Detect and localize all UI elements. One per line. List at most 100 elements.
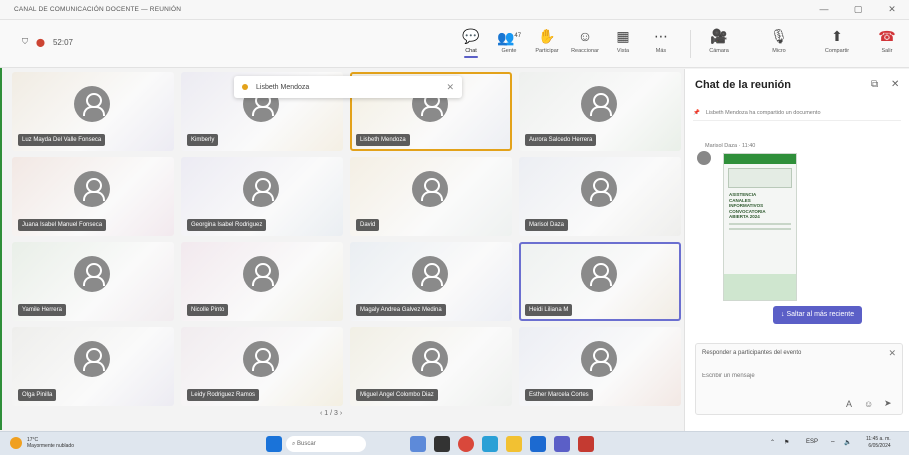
participant-name: Juana Isabel Manuel Fonseca: [18, 219, 107, 231]
wifi-icon[interactable]: ⌔: [830, 439, 836, 447]
page-indicator: 1 / 3: [324, 410, 338, 417]
participant-tile[interactable]: Leidy Rodriguez Ramos: [181, 327, 343, 406]
minimize-button[interactable]: —: [807, 4, 841, 15]
format-icon[interactable]: A: [846, 399, 852, 409]
file-explorer-icon[interactable]: [506, 436, 522, 452]
teams-icon[interactable]: [554, 436, 570, 452]
status-dot-icon: [242, 84, 248, 90]
participant-tile[interactable]: Miguel Angel Colombo Diaz: [350, 327, 512, 406]
hang-up-icon: ☎: [878, 28, 896, 44]
camera-button[interactable]: 🎥 Cámara: [700, 26, 738, 54]
edge-icon[interactable]: [482, 436, 498, 452]
view-button[interactable]: ▦ Vista: [604, 26, 642, 54]
participant-name: Kimberly: [187, 134, 219, 146]
mic-off-icon: 🎙: [770, 28, 788, 44]
participant-tile[interactable]: Olga Pinilla: [12, 327, 174, 406]
system-clock[interactable]: 11:45 a. m. 6/05/2024: [866, 436, 891, 450]
pinned-message[interactable]: 📌 Lisbeth Mendoza ha compartido un docum…: [693, 105, 901, 121]
app-icon[interactable]: [578, 436, 594, 452]
jump-to-latest-button[interactable]: ↓ Saltar al más reciente: [773, 306, 863, 324]
close-reply-icon[interactable]: ✕: [888, 348, 896, 359]
popout-icon[interactable]: ⧉: [871, 79, 878, 90]
close-notification-button[interactable]: ✕: [446, 82, 454, 93]
weather-desc: Mayormente nublado: [27, 443, 74, 449]
emoji-icon: ☺: [577, 28, 593, 44]
emoji-icon[interactable]: ☺: [864, 399, 873, 409]
share-icon: ⬆: [831, 28, 843, 44]
participant-grid: Luz Mayda Del Valle Fonseca Kimberly Lisbe…: [12, 72, 684, 412]
task-view-icon[interactable]: [434, 436, 450, 452]
start-icon[interactable]: [266, 436, 282, 452]
avatar: [581, 171, 617, 207]
join-notification: Lisbeth Mendoza ✕: [234, 76, 462, 98]
participant-tile[interactable]: Heidi Liliana M: [519, 242, 681, 321]
chat-button[interactable]: 💬 Chat: [452, 26, 490, 58]
taskbar-search[interactable]: ⌕ Buscar: [286, 436, 366, 452]
message-input[interactable]: [702, 370, 892, 382]
participant-name: Lisbeth Mendoza: [356, 134, 410, 146]
maximize-button[interactable]: ▢: [841, 4, 875, 15]
participant-tile[interactable]: Yamile Herrera: [12, 242, 174, 321]
avatar: [74, 171, 110, 207]
chat-title: Chat de la reunión: [695, 79, 791, 91]
people-icon: 👥47: [496, 29, 522, 46]
participant-name: Leidy Rodriguez Ramos: [187, 389, 260, 401]
doc-image: [728, 168, 792, 188]
participant-tile[interactable]: Juana Isabel Manuel Fonseca: [12, 157, 174, 236]
widgets-icon[interactable]: [410, 436, 426, 452]
share-button[interactable]: ⬆ Compartir: [818, 26, 856, 54]
toolbar-divider: [690, 30, 691, 58]
shield-icon: ⛉: [22, 37, 28, 46]
participant-tile[interactable]: Aurora Salcedo Herrera: [519, 72, 681, 151]
avatar: [412, 256, 448, 292]
participant-tile[interactable]: Nicolle Pinto: [181, 242, 343, 321]
leave-button[interactable]: ☎ Salir: [872, 26, 902, 54]
people-button[interactable]: 👥47 Gente: [490, 26, 528, 54]
store-icon[interactable]: [530, 436, 546, 452]
participant-tile[interactable]: Magaly Andrea Galvez Medina: [350, 242, 512, 321]
raise-hand-button[interactable]: ✋ Participar: [528, 26, 566, 54]
shared-document-preview[interactable]: ASISTENCIA CANALES INFORMATIVOS CONVOCATORI…: [723, 153, 797, 301]
avatar: [581, 341, 617, 377]
participant-tile[interactable]: David: [350, 157, 512, 236]
avatar: [581, 86, 617, 122]
language-indicator[interactable]: ESP: [806, 439, 818, 445]
chevron-right-icon[interactable]: ›: [340, 410, 342, 417]
volume-icon[interactable]: 🔈: [844, 439, 851, 446]
mic-button[interactable]: 🎙 Micro: [760, 26, 798, 54]
windows-taskbar: 17°C Mayormente nublado ⌕ Buscar ⌃ ⚑ ESP …: [0, 431, 909, 455]
meeting-time: 52:07: [52, 37, 73, 47]
avatar: [581, 256, 617, 292]
doc-line: [729, 222, 791, 225]
participant-tile[interactable]: Marisol Daza: [519, 157, 681, 236]
participant-name: Georgina Isabel Rodriguez: [187, 219, 267, 231]
chevron-up-icon[interactable]: ⌃: [770, 439, 775, 446]
participant-tile[interactable]: Luz Mayda Del Valle Fonseca: [12, 72, 174, 151]
more-icon: ⋯: [654, 28, 668, 44]
close-chat-icon[interactable]: ✕: [891, 79, 899, 90]
participant-tile[interactable]: Georgina Isabel Rodriguez: [181, 157, 343, 236]
grid-pager[interactable]: ‹ 1 / 3 ›: [320, 410, 342, 417]
avatar: [243, 341, 279, 377]
send-icon[interactable]: ➤: [884, 398, 892, 409]
weather-widget[interactable]: 17°C Mayormente nublado: [10, 437, 74, 449]
doc-line: [729, 227, 791, 230]
tray-app-icon[interactable]: ⚑: [784, 439, 789, 446]
more-button[interactable]: ⋯ Más: [642, 26, 680, 54]
close-window-button[interactable]: ✕: [875, 4, 909, 15]
avatar: [697, 151, 711, 165]
chat-panel: Chat de la reunión ⧉ ✕ 📌 Lisbeth Mendoza…: [684, 69, 909, 431]
avatar: [412, 341, 448, 377]
avatar: [74, 86, 110, 122]
notification-name: Lisbeth Mendoza: [256, 83, 310, 91]
doc-text-line: ABIERTA 2024: [729, 214, 760, 219]
participant-name: David: [356, 219, 380, 231]
doc-footer: [724, 274, 796, 300]
chrome-icon[interactable]: [458, 436, 474, 452]
participant-tile[interactable]: Esther Marcela Cortes: [519, 327, 681, 406]
camera-off-icon: 🎥: [710, 28, 728, 44]
react-button[interactable]: ☺ Reaccionar: [566, 26, 604, 54]
window-titlebar: CANAL DE COMUNICACIÓN DOCENTE — REUNIÓN …: [0, 0, 909, 20]
participant-name: Esther Marcela Cortes: [525, 389, 593, 401]
participant-name: Olga Pinilla: [18, 389, 57, 401]
